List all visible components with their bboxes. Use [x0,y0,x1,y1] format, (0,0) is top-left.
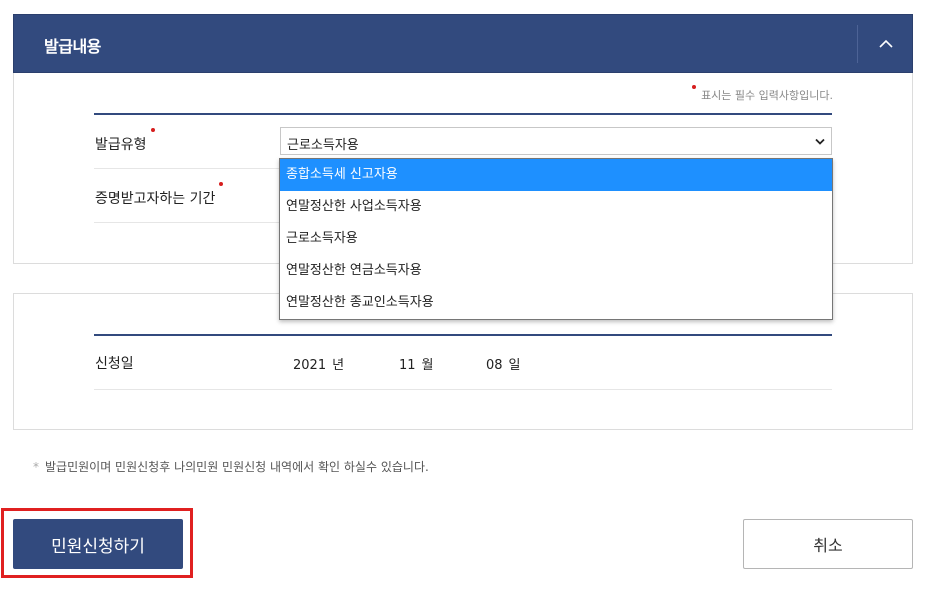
chevron-up-icon [879,39,893,48]
date-year: 2021 년 [293,358,345,373]
date-month: 11 월 [399,358,434,373]
apply-button[interactable]: 민원신청하기 [13,519,183,569]
footnote-bullet: * [33,460,39,474]
period-label: 증명받고자하는 기간 [95,182,224,208]
section-header: 발급내용 [13,14,913,73]
date-day: 08 일 [486,358,521,373]
issue-type-dropdown: 종합소득세 신고자용 연말정산한 사업소득자용 근로소득자용 연말정산한 연금소… [279,158,833,320]
issue-type-label: 발급유형 [95,128,155,154]
collapse-button[interactable] [859,15,913,72]
dropdown-option[interactable]: 연말정산한 사업소득자용 [280,191,832,223]
header-divider [857,25,858,63]
cancel-button[interactable]: 취소 [743,519,913,569]
application-date-row: 신청일 2021 년 11 월 08 일 [94,336,832,390]
required-note: 표시는 필수 입력사항입니다. [692,85,833,103]
required-dot-icon [219,182,224,186]
issue-type-select[interactable]: 근로소득자용 [280,127,832,155]
dropdown-option[interactable]: 연말정산한 종교인소득자용 [280,287,832,319]
issue-type-selected-value: 근로소득자용 [287,138,359,153]
chevron-down-icon [815,138,825,145]
application-date-label: 신청일 [95,356,134,372]
section-title: 발급내용 [44,37,101,56]
required-dot-icon [150,128,155,132]
dropdown-option[interactable]: 근로소득자용 [280,223,832,255]
footnote: * 발급민원이며 민원신청후 나의민원 민원신청 내역에서 확인 하실수 있습니다… [33,460,429,474]
dropdown-option[interactable]: 연말정산한 연금소득자용 [280,255,832,287]
required-dot-icon [692,85,697,89]
dropdown-option[interactable]: 종합소득세 신고자용 [280,159,832,191]
